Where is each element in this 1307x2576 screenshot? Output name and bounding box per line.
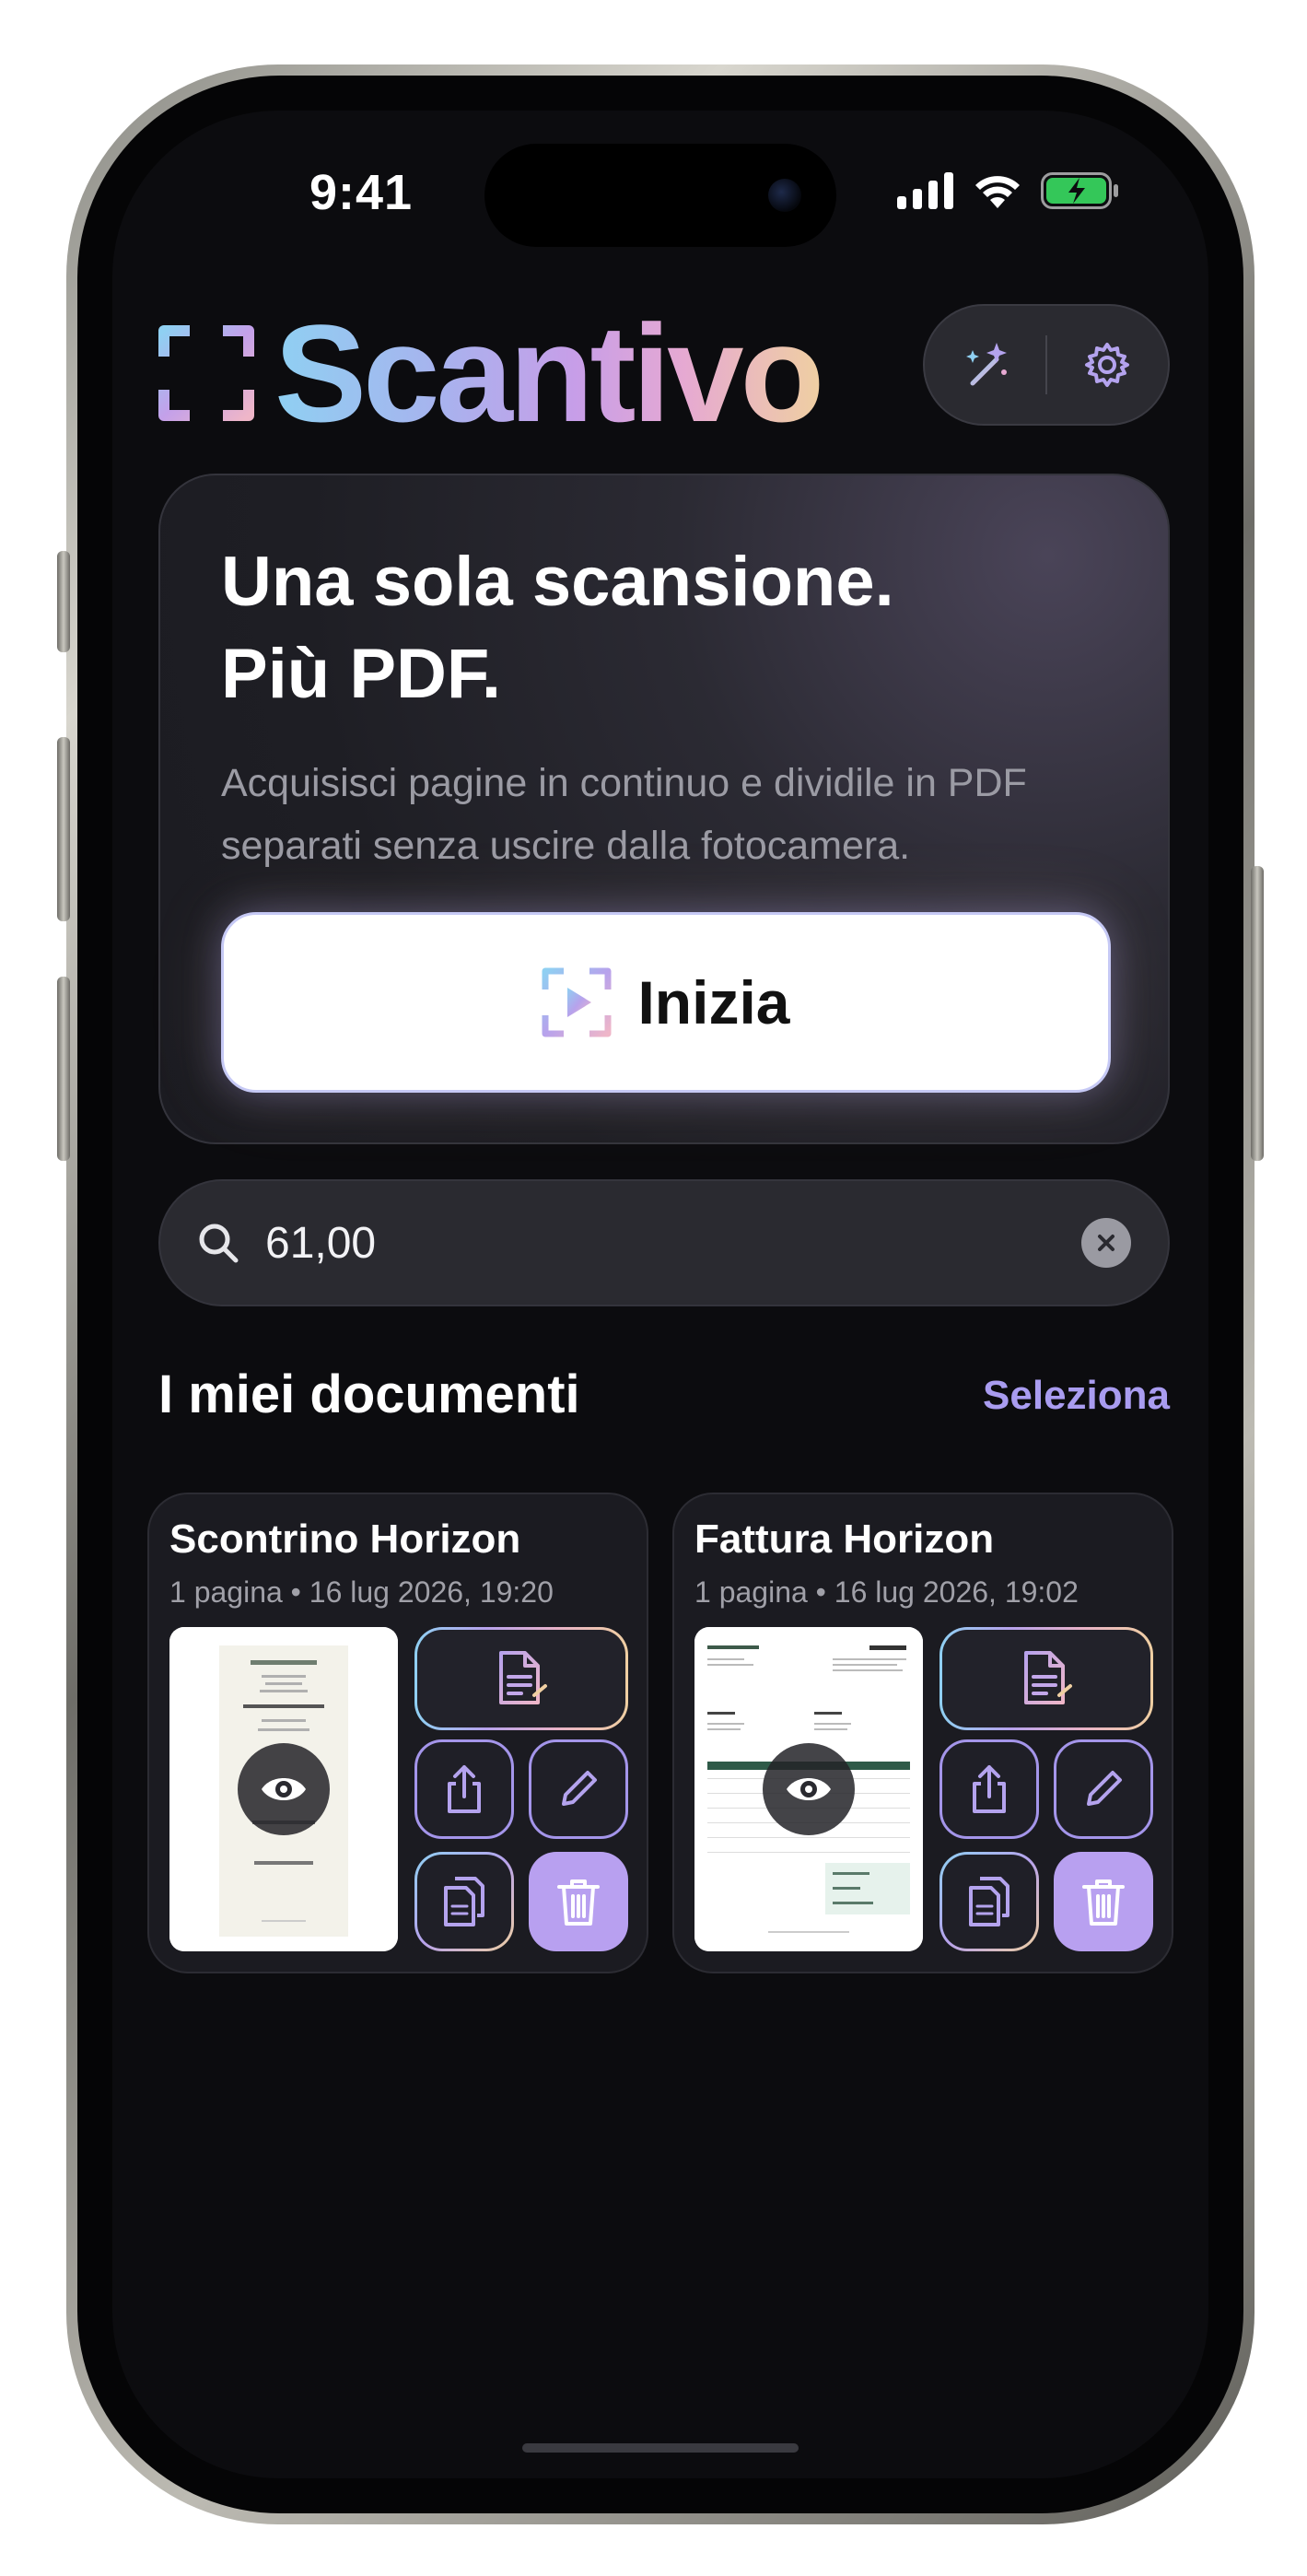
search-icon <box>199 1224 239 1263</box>
close-icon <box>1098 1235 1114 1251</box>
eye-icon <box>787 1778 831 1800</box>
preview-button[interactable] <box>238 1743 330 1835</box>
battery-charging-icon <box>1041 172 1118 209</box>
document-text-icon <box>1024 1651 1072 1704</box>
document-card-receipt[interactable]: Scontrino Horizon 1 pagina • 16 lug 2026… <box>147 1493 648 1973</box>
duplicate-button[interactable] <box>939 1852 1039 1951</box>
app-name: Scantivo <box>274 296 824 451</box>
trash-icon <box>557 1879 600 1926</box>
document-card-invoice[interactable]: Fattura Horizon 1 pagina • 16 lug 2026, … <box>672 1493 1173 1973</box>
copy-document-icon <box>444 1877 484 1926</box>
wifi-icon <box>975 176 1020 208</box>
document-meta: 1 pagina • 16 lug 2026, 19:02 <box>694 1575 1079 1609</box>
action-button <box>57 551 70 652</box>
share-button[interactable] <box>414 1739 514 1839</box>
top-actions-pill <box>923 304 1170 426</box>
dynamic-island <box>484 144 836 247</box>
start-scan-label: Inizia <box>637 968 790 1036</box>
pencil-icon <box>562 1771 597 1806</box>
volume-up-button <box>57 737 70 921</box>
edit-button[interactable] <box>529 1739 628 1839</box>
scan-frame-icon <box>158 325 254 421</box>
app-logo: Scantivo <box>158 296 824 451</box>
home-indicator <box>522 2443 799 2453</box>
clear-search-button[interactable] <box>1081 1218 1131 1268</box>
ocr-text-button[interactable] <box>414 1627 628 1730</box>
search-input[interactable] <box>265 1217 1081 1269</box>
ocr-text-button[interactable] <box>939 1627 1153 1730</box>
hero-card: Una sola scansione. Più PDF. Acquisisci … <box>158 474 1170 1144</box>
delete-button[interactable] <box>1054 1852 1153 1951</box>
hero-title-line-2: Più PDF. <box>221 635 502 713</box>
delete-button[interactable] <box>529 1852 628 1951</box>
document-title: Fattura Horizon <box>694 1516 995 1562</box>
duplicate-button[interactable] <box>414 1852 514 1951</box>
edit-button[interactable] <box>1054 1739 1153 1839</box>
eye-icon <box>262 1778 306 1800</box>
share-icon <box>448 1765 481 1813</box>
front-camera <box>768 179 801 212</box>
gear-icon <box>1085 343 1130 387</box>
hero-title-line-1: Una sola scansione. <box>221 543 894 621</box>
document-thumbnail[interactable] <box>694 1627 923 1951</box>
copy-document-icon <box>969 1877 1009 1926</box>
document-title: Scontrino Horizon <box>169 1516 521 1562</box>
document-meta: 1 pagina • 16 lug 2026, 19:20 <box>169 1575 554 1609</box>
share-button[interactable] <box>939 1739 1039 1839</box>
settings-button[interactable] <box>1047 304 1168 426</box>
status-time: 9:41 <box>309 165 414 220</box>
document-text-icon <box>499 1651 547 1704</box>
preview-button[interactable] <box>763 1743 855 1835</box>
select-button[interactable]: Seleziona <box>983 1373 1170 1419</box>
volume-down-button <box>57 977 70 1161</box>
hero-subtitle: Acquisisci pagine in continuo e dividile… <box>221 761 1027 868</box>
app-screen: 9:41 Scantivo Una sola scansione. Più PD… <box>112 111 1208 2478</box>
status-icons <box>897 171 1120 210</box>
magic-button[interactable] <box>925 304 1045 426</box>
trash-icon <box>1082 1879 1125 1926</box>
cellular-signal-icon <box>897 172 953 209</box>
share-icon <box>973 1765 1006 1813</box>
hero-title: Una sola scansione. Più PDF. <box>221 536 1124 720</box>
magic-wand-icon <box>965 343 1007 386</box>
pencil-icon <box>1087 1771 1122 1806</box>
document-thumbnail[interactable] <box>169 1627 398 1951</box>
scan-play-icon <box>542 967 612 1037</box>
documents-section-title: I miei documenti <box>158 1364 580 1424</box>
start-scan-button[interactable]: Inizia <box>221 912 1111 1093</box>
search-bar <box>158 1179 1170 1306</box>
power-button <box>1251 866 1264 1161</box>
